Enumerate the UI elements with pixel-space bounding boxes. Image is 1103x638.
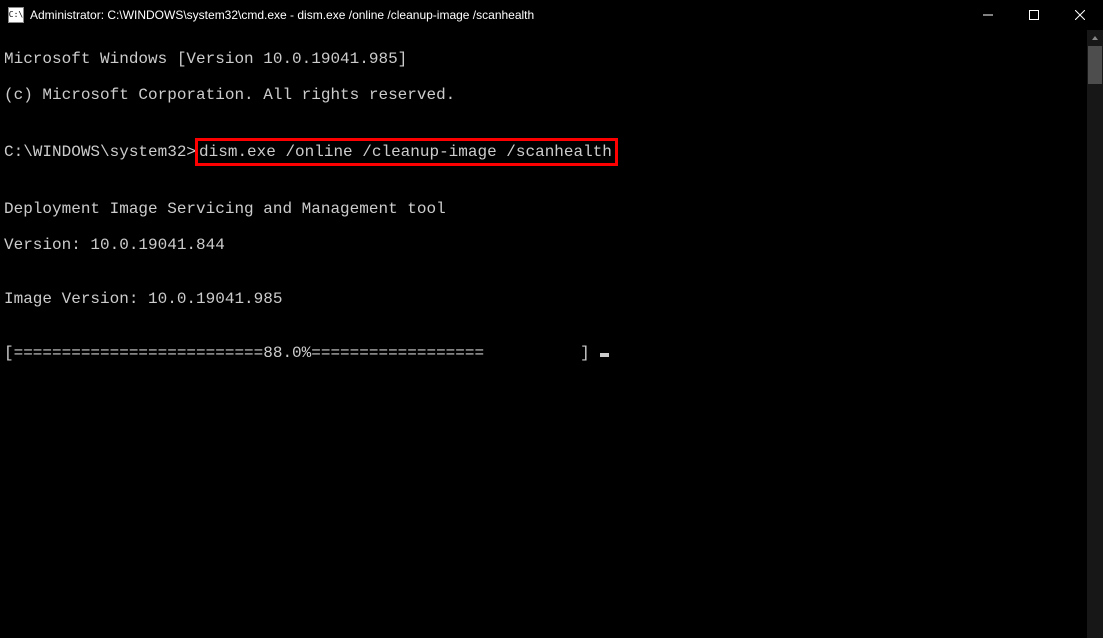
titlebar[interactable]: C:\ Administrator: C:\WINDOWS\system32\c… [0,0,1103,30]
minimize-button[interactable] [965,0,1011,30]
output-line: Microsoft Windows [Version 10.0.19041.98… [4,50,1083,68]
scroll-up-arrow-icon[interactable] [1087,30,1103,46]
close-button[interactable] [1057,0,1103,30]
close-icon [1075,10,1085,20]
output-line: Deployment Image Servicing and Managemen… [4,200,1083,218]
minimize-icon [983,10,993,20]
maximize-button[interactable] [1011,0,1057,30]
window-title: Administrator: C:\WINDOWS\system32\cmd.e… [30,8,965,22]
progress-line: [==========================88.0%========… [4,344,1083,362]
cmd-window: C:\ Administrator: C:\WINDOWS\system32\c… [0,0,1103,638]
scroll-thumb[interactable] [1088,46,1102,84]
output-line: (c) Microsoft Corporation. All rights re… [4,86,1083,104]
progress-text: [==========================88.0%========… [4,344,599,362]
output-line: Version: 10.0.19041.844 [4,236,1083,254]
command-text: dism.exe /online /cleanup-image /scanhea… [199,143,612,161]
window-controls [965,0,1103,30]
maximize-icon [1029,10,1039,20]
prompt-prefix: C:\WINDOWS\system32> [4,143,196,161]
terminal-output[interactable]: Microsoft Windows [Version 10.0.19041.98… [0,30,1087,638]
output-line: Image Version: 10.0.19041.985 [4,290,1083,308]
vertical-scrollbar[interactable] [1087,30,1103,638]
command-highlight: dism.exe /online /cleanup-image /scanhea… [195,138,618,166]
cursor [600,353,609,357]
terminal-area: Microsoft Windows [Version 10.0.19041.98… [0,30,1103,638]
prompt-line: C:\WINDOWS\system32>dism.exe /online /cl… [4,140,1083,164]
cmd-icon: C:\ [8,7,24,23]
